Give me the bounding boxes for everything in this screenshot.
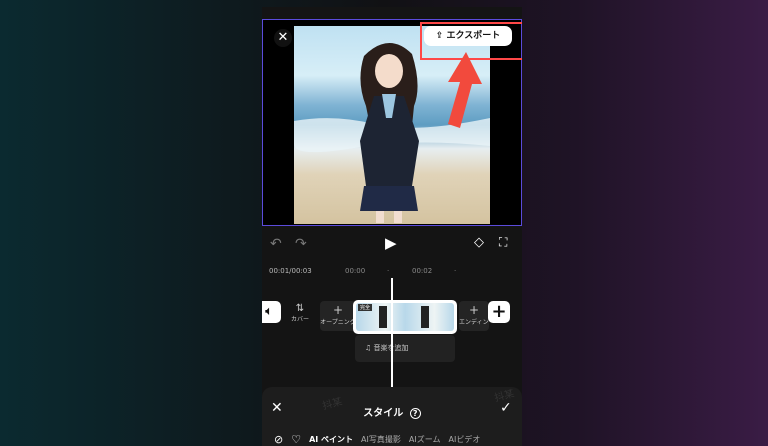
thumb-figure — [379, 306, 387, 328]
cover-label: カバー — [290, 316, 309, 323]
watermark: 抖某 — [493, 388, 516, 405]
timecode: 00:01/00:03 — [269, 267, 312, 275]
speaker-icon[interactable]: 🔈︎ — [262, 301, 281, 323]
none-icon[interactable]: ⊘ — [274, 433, 283, 446]
cover-button[interactable]: ⇅ カバー — [285, 303, 315, 323]
clip-tag: 完全 — [358, 304, 373, 311]
sheet-title-text: スタイル — [363, 408, 404, 419]
ruler-dot: · — [387, 267, 390, 275]
export-button[interactable]: ⇪ エクスポート — [424, 26, 512, 46]
help-icon[interactable]: ? — [409, 408, 421, 419]
sheet-title: スタイル ? — [262, 404, 522, 419]
style-tabs: ⊘ ♡ AI ペイント AI写真撮影 AIズーム AIビデオ — [274, 433, 480, 446]
opening-button[interactable]: + オープニング — [320, 301, 356, 331]
plus-icon: + — [468, 303, 480, 317]
tab-ai-video[interactable]: AIビデオ — [448, 434, 480, 445]
heart-icon[interactable]: ♡ — [291, 433, 301, 446]
style-bottom-sheet: ✕ スタイル ? ✓ 抖某 抖某 ⊘ ♡ AI ペイント AI写真撮影 AIズー… — [262, 387, 522, 446]
music-note-icon: ♫ — [365, 344, 372, 352]
add-music-button[interactable]: ♫ 音楽を追加 — [355, 335, 455, 362]
upload-icon: ⇪ — [435, 31, 444, 41]
plus-icon: + — [332, 303, 344, 317]
redo-icon[interactable]: ↷ — [295, 236, 307, 252]
video-clip[interactable]: 完全 — [353, 300, 457, 334]
play-icon[interactable]: ▶ — [385, 234, 397, 252]
ruler-dot: · — [454, 267, 457, 275]
ending-label: エンディング — [459, 319, 489, 326]
thumb-figure — [421, 306, 429, 328]
export-label: エクスポート — [446, 31, 501, 41]
fullscreen-icon[interactable]: ⛶ — [499, 235, 507, 250]
playback-toolbar: ↶ ↷ ▶ ◇ ⛶ — [262, 226, 522, 262]
app-frame: ✕ ⇪ エクスポート ↶ ↷ ▶ ◇ ⛶ 00:01/00:03 00:00 ·… — [0, 0, 768, 446]
ruler-tick: 00:02 — [412, 267, 433, 275]
ruler-tick: 00:00 — [345, 267, 366, 275]
undo-icon[interactable]: ↶ — [270, 236, 282, 252]
tab-ai-photo[interactable]: AI写真撮影 — [361, 434, 401, 445]
tab-ai-paint[interactable]: AI ペイント — [309, 434, 353, 445]
tab-ai-zoom[interactable]: AIズーム — [409, 434, 441, 445]
swap-icon: ⇅ — [295, 303, 305, 314]
keyframe-icon[interactable]: ◇ — [474, 235, 484, 250]
timeline-panel: 00:01/00:03 00:00 · 00:02 · 🔈︎ ⇅ カバー + オ… — [262, 262, 522, 395]
ending-button[interactable]: + エンディング — [459, 301, 489, 331]
phone-screen: ✕ ⇪ エクスポート ↶ ↷ ▶ ◇ ⛶ 00:01/00:03 00:00 ·… — [262, 7, 522, 446]
opening-label: オープニング — [320, 319, 356, 326]
close-preview-button[interactable]: ✕ — [274, 29, 292, 47]
video-preview: ✕ ⇪ エクスポート — [262, 19, 522, 226]
playhead[interactable] — [391, 278, 393, 395]
add-clip-button[interactable]: + — [488, 301, 510, 323]
red-arrow-annotation — [448, 52, 482, 128]
